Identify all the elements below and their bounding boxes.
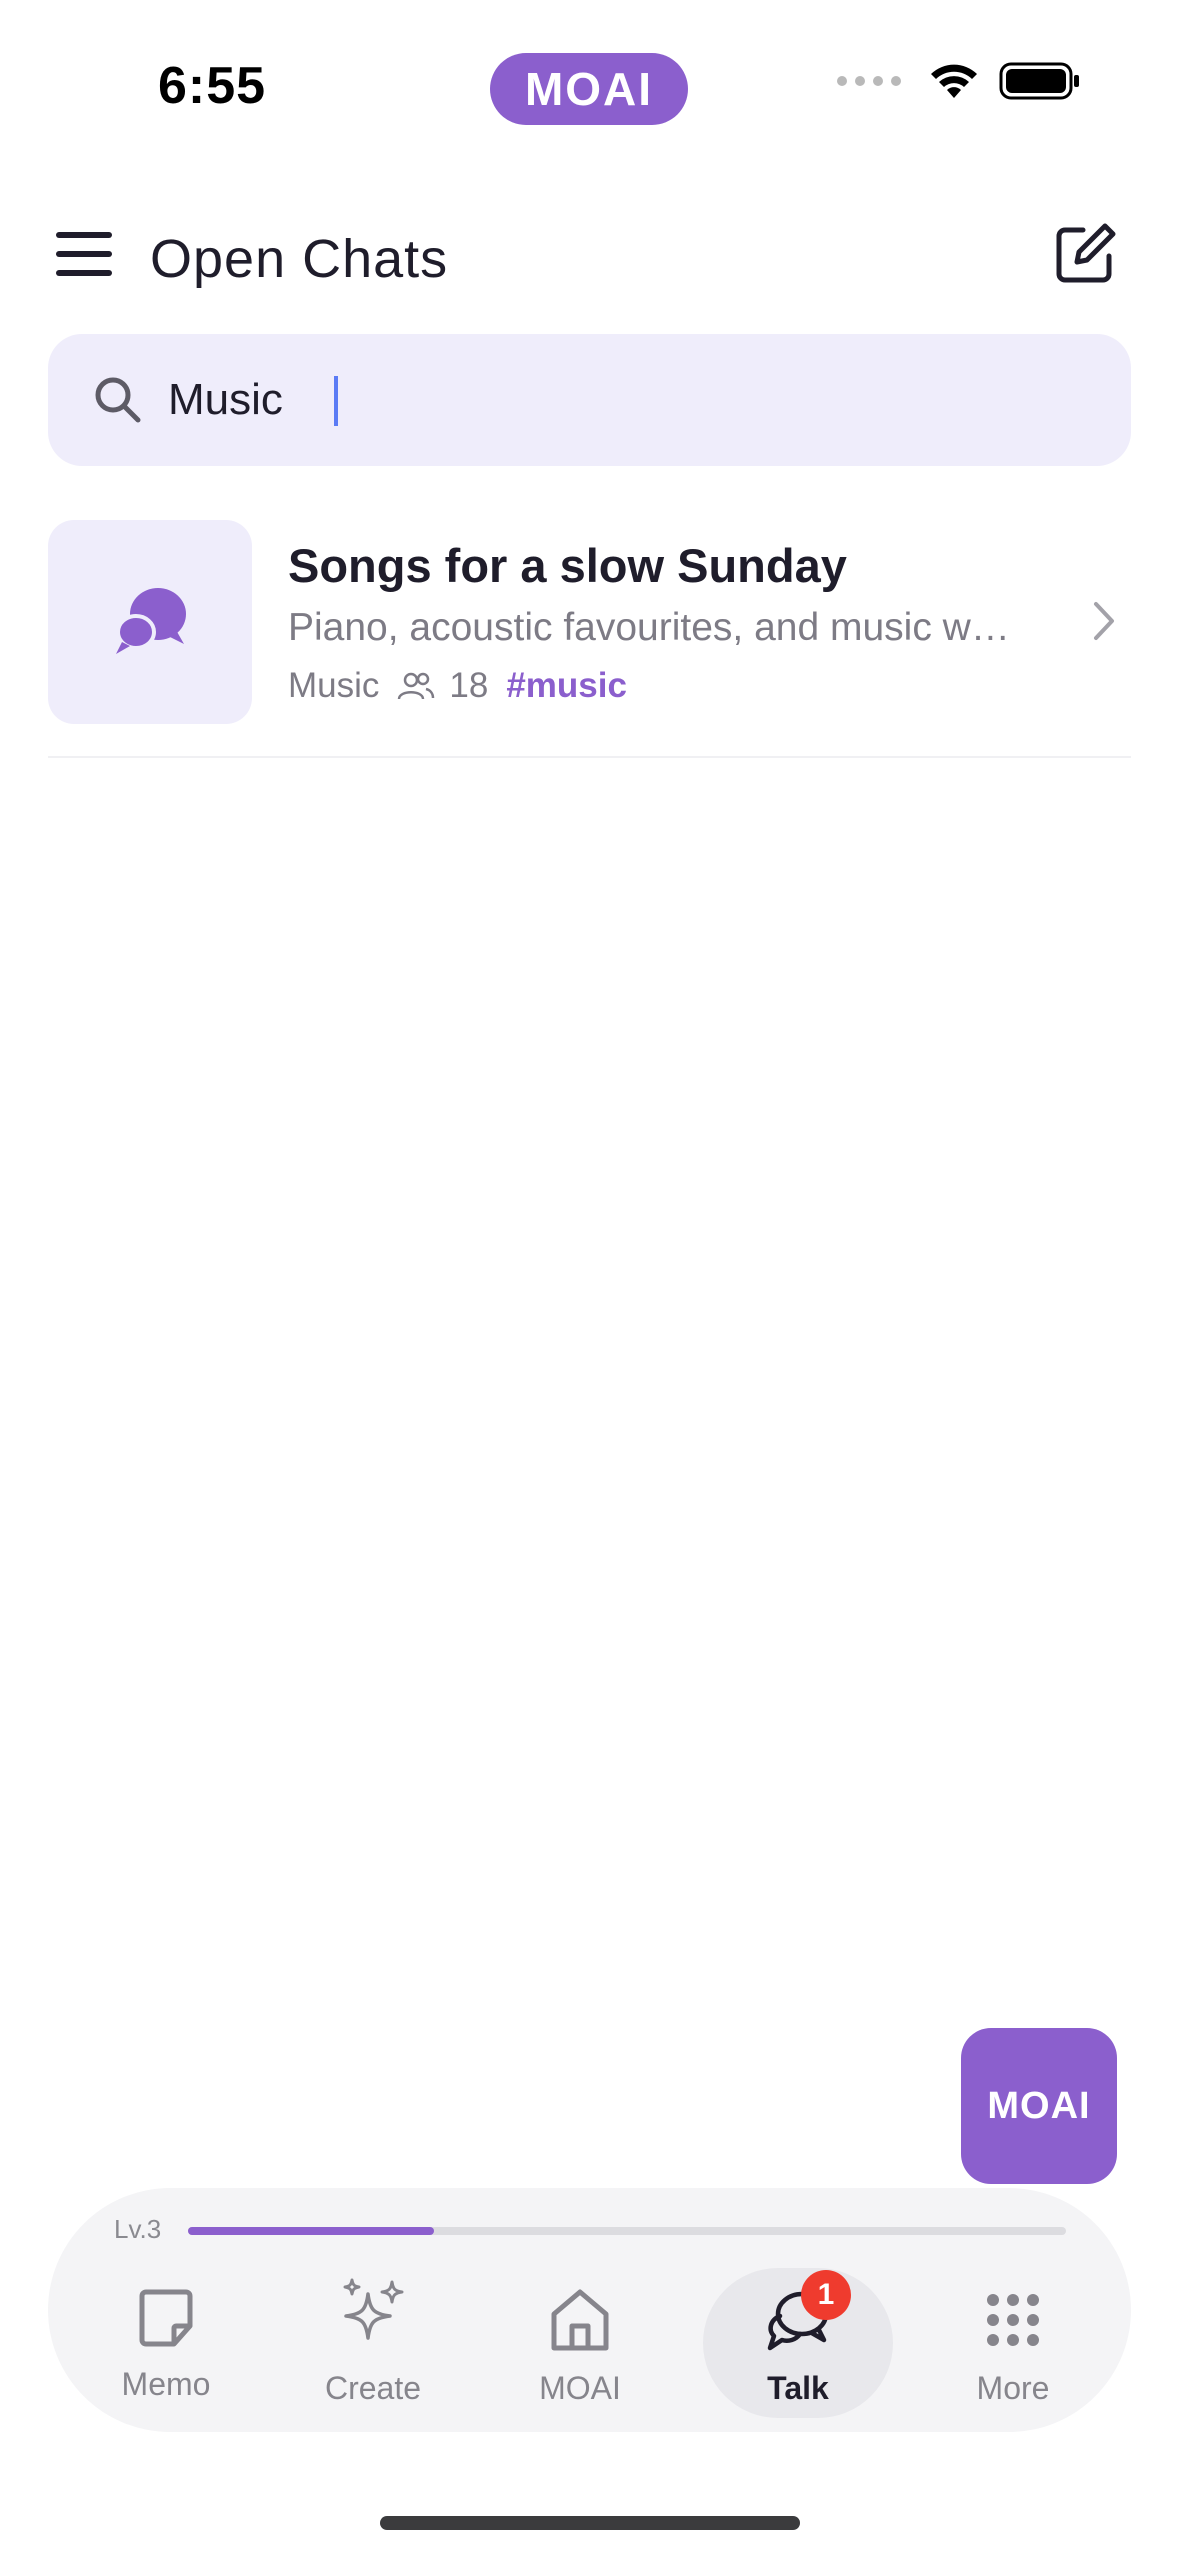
bottom-navigation: Lv.3 Memo Create MOAI 1 Talk More bbox=[48, 2188, 1131, 2432]
search-input[interactable] bbox=[168, 358, 1068, 442]
nav-item-moai[interactable]: MOAI bbox=[485, 2268, 675, 2418]
nav-label-more: More bbox=[976, 2370, 1050, 2406]
sparkle-icon bbox=[343, 2278, 404, 2340]
nav-label-memo: Memo bbox=[121, 2366, 211, 2402]
nav-label-moai: MOAI bbox=[539, 2370, 621, 2406]
nav-label-talk: Talk bbox=[767, 2370, 829, 2406]
chat-title: Songs for a slow Sunday bbox=[288, 539, 847, 592]
moai-fab-button[interactable]: MOAI bbox=[961, 2028, 1117, 2184]
menu-button[interactable] bbox=[56, 232, 112, 276]
nav-item-more[interactable]: More bbox=[918, 2268, 1108, 2418]
text-caret bbox=[334, 376, 338, 426]
chevron-right-icon bbox=[1094, 602, 1114, 640]
nav-label-create: Create bbox=[324, 2370, 422, 2406]
search-icon bbox=[95, 377, 141, 423]
level-progress-bar bbox=[188, 2227, 1066, 2235]
status-bar: 6:55 MOAI bbox=[0, 0, 1179, 170]
chat-list-item[interactable]: Songs for a slow Sunday Piano, acoustic … bbox=[48, 518, 1131, 758]
wifi-icon bbox=[931, 64, 977, 98]
talk-notification-badge: 1 bbox=[801, 2270, 851, 2320]
members-icon bbox=[398, 672, 435, 700]
battery-icon bbox=[999, 62, 1079, 100]
nav-item-talk[interactable]: 1 Talk bbox=[703, 2268, 893, 2418]
chat-category: Music bbox=[288, 666, 380, 705]
app-status-pill[interactable]: MOAI bbox=[490, 53, 688, 125]
memo-icon bbox=[139, 2289, 193, 2347]
chat-thumbnail bbox=[48, 520, 252, 724]
grid-icon bbox=[987, 2294, 1039, 2346]
level-label: Lv.3 bbox=[114, 2214, 162, 2244]
compose-icon[interactable] bbox=[1053, 222, 1117, 286]
page-title: Open Chats bbox=[150, 229, 449, 289]
search-bar[interactable] bbox=[48, 334, 1131, 466]
status-time: 6:55 bbox=[158, 57, 267, 115]
home-icon bbox=[551, 2289, 609, 2351]
status-icons bbox=[837, 62, 1081, 100]
chat-bubbles-icon bbox=[116, 588, 186, 654]
nav-item-create[interactable]: Create bbox=[278, 2268, 468, 2418]
nav-item-memo[interactable]: Memo bbox=[71, 2268, 261, 2418]
cellular-signal-icon bbox=[837, 76, 901, 86]
chat-tag[interactable]: #music bbox=[506, 666, 627, 706]
member-count: 18 bbox=[449, 666, 489, 705]
home-indicator[interactable] bbox=[380, 2516, 800, 2530]
chat-meta: Music 18 #music bbox=[288, 666, 627, 706]
level-progress-fill bbox=[188, 2227, 434, 2235]
chat-description: Piano, acoustic favourites, and music w… bbox=[288, 606, 1010, 649]
header: Open Chats bbox=[0, 218, 1179, 298]
